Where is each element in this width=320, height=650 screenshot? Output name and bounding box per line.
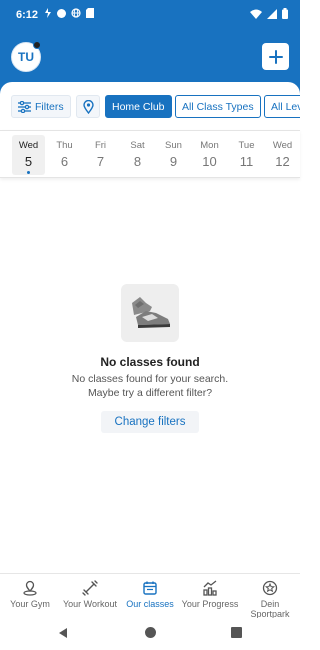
day-number: 10 bbox=[202, 154, 217, 169]
day-of-week: Wed bbox=[18, 140, 39, 151]
day-item[interactable]: Tue 11 bbox=[230, 135, 263, 175]
nav-item-dein-sportpark[interactable]: Dein Sportpark bbox=[246, 580, 294, 619]
levels-label: All Lev bbox=[271, 100, 300, 113]
day-of-week: Wed bbox=[272, 140, 293, 151]
nav-item-your-progress[interactable]: Your Progress bbox=[179, 580, 241, 609]
day-selector: Wed 5 Thu 6 Fri 7 Sat 8 Sun 9 Mon 10 Tue… bbox=[0, 130, 300, 178]
day-number: 9 bbox=[169, 154, 178, 169]
filters-button[interactable]: Filters bbox=[11, 95, 71, 118]
day-number: 8 bbox=[133, 154, 142, 169]
status-time: 6:12 bbox=[16, 9, 39, 21]
selected-day-indicator bbox=[27, 171, 30, 174]
day-number: 5 bbox=[24, 154, 33, 169]
day-number: 12 bbox=[275, 154, 290, 169]
day-of-week: Sat bbox=[130, 140, 145, 151]
nav-item-your-gym[interactable]: Your Gym bbox=[5, 580, 55, 609]
day-item[interactable]: Wed 12 bbox=[266, 135, 299, 175]
system-nav-bar bbox=[0, 618, 300, 650]
circle-notification-icon bbox=[57, 8, 66, 18]
day-of-week: Sun bbox=[165, 140, 182, 151]
empty-state-message: No classes found for your search. Maybe … bbox=[0, 372, 300, 400]
avatar-status-dot bbox=[33, 41, 41, 49]
status-bar: 6:12 bbox=[0, 0, 300, 30]
day-of-week: Mon bbox=[200, 140, 219, 151]
sneaker-icon bbox=[132, 297, 170, 328]
class-types-label: All Class Types bbox=[182, 100, 254, 113]
sliders-icon bbox=[18, 100, 31, 113]
home-club-chip[interactable]: Home Club bbox=[105, 95, 172, 118]
back-icon[interactable] bbox=[58, 627, 68, 639]
location-pin-icon bbox=[82, 99, 94, 114]
gym-location-icon bbox=[23, 580, 37, 596]
nav-item-our-classes[interactable]: Our classes bbox=[123, 580, 177, 609]
location-button[interactable] bbox=[76, 95, 100, 118]
day-item[interactable]: Sun 9 bbox=[157, 135, 190, 175]
bottom-nav: Your Gym Your Workout Our classes Your P… bbox=[0, 573, 300, 619]
avatar-initials: TU bbox=[18, 50, 34, 64]
star-circle-icon bbox=[262, 580, 278, 596]
day-of-week: Thu bbox=[56, 140, 73, 151]
sd-card-icon bbox=[86, 8, 94, 18]
day-number: 11 bbox=[239, 154, 254, 169]
globe-icon bbox=[71, 8, 81, 18]
day-number: 6 bbox=[60, 154, 69, 169]
add-button[interactable] bbox=[262, 43, 289, 70]
home-icon[interactable] bbox=[145, 627, 156, 638]
class-types-chip[interactable]: All Class Types bbox=[175, 95, 261, 118]
day-item[interactable]: Sat 8 bbox=[121, 135, 154, 175]
plus-icon bbox=[268, 49, 283, 64]
calendar-icon bbox=[143, 581, 157, 595]
recents-icon[interactable] bbox=[231, 627, 242, 638]
day-number: 7 bbox=[96, 154, 105, 169]
dumbbell-icon bbox=[82, 580, 98, 596]
notification-icon bbox=[45, 8, 51, 18]
filters-label: Filters bbox=[35, 100, 64, 113]
nav-label: Our classes bbox=[126, 599, 174, 609]
day-item[interactable]: Thu 6 bbox=[48, 135, 81, 175]
chart-icon bbox=[203, 580, 217, 596]
empty-state-title: No classes found bbox=[100, 355, 200, 369]
day-of-week: Tue bbox=[238, 140, 255, 151]
day-item[interactable]: Fri 7 bbox=[84, 135, 117, 175]
nav-label: Your Progress bbox=[181, 599, 239, 609]
battery-icon bbox=[282, 8, 288, 19]
nav-label: Your Gym bbox=[10, 599, 50, 609]
wifi-icon bbox=[250, 9, 262, 19]
day-item[interactable]: Wed 5 bbox=[12, 135, 45, 175]
empty-state-line: No classes found for your search. bbox=[71, 373, 229, 385]
home-club-label: Home Club bbox=[112, 100, 165, 113]
day-item[interactable]: Mon 10 bbox=[193, 135, 226, 175]
nav-item-your-workout[interactable]: Your Workout bbox=[59, 580, 121, 609]
empty-state-image bbox=[121, 284, 179, 342]
filter-row: Filters Home Club All Class Types All Le… bbox=[0, 92, 300, 122]
change-filters-button[interactable]: Change filters bbox=[101, 411, 199, 433]
day-of-week: Fri bbox=[94, 140, 107, 151]
empty-state-line: Maybe try a different filter? bbox=[87, 387, 213, 399]
signal-icon bbox=[267, 8, 277, 19]
nav-label: Your Workout bbox=[62, 599, 118, 609]
levels-chip[interactable]: All Lev bbox=[264, 95, 300, 118]
nav-label: Dein Sportpark bbox=[250, 599, 290, 619]
